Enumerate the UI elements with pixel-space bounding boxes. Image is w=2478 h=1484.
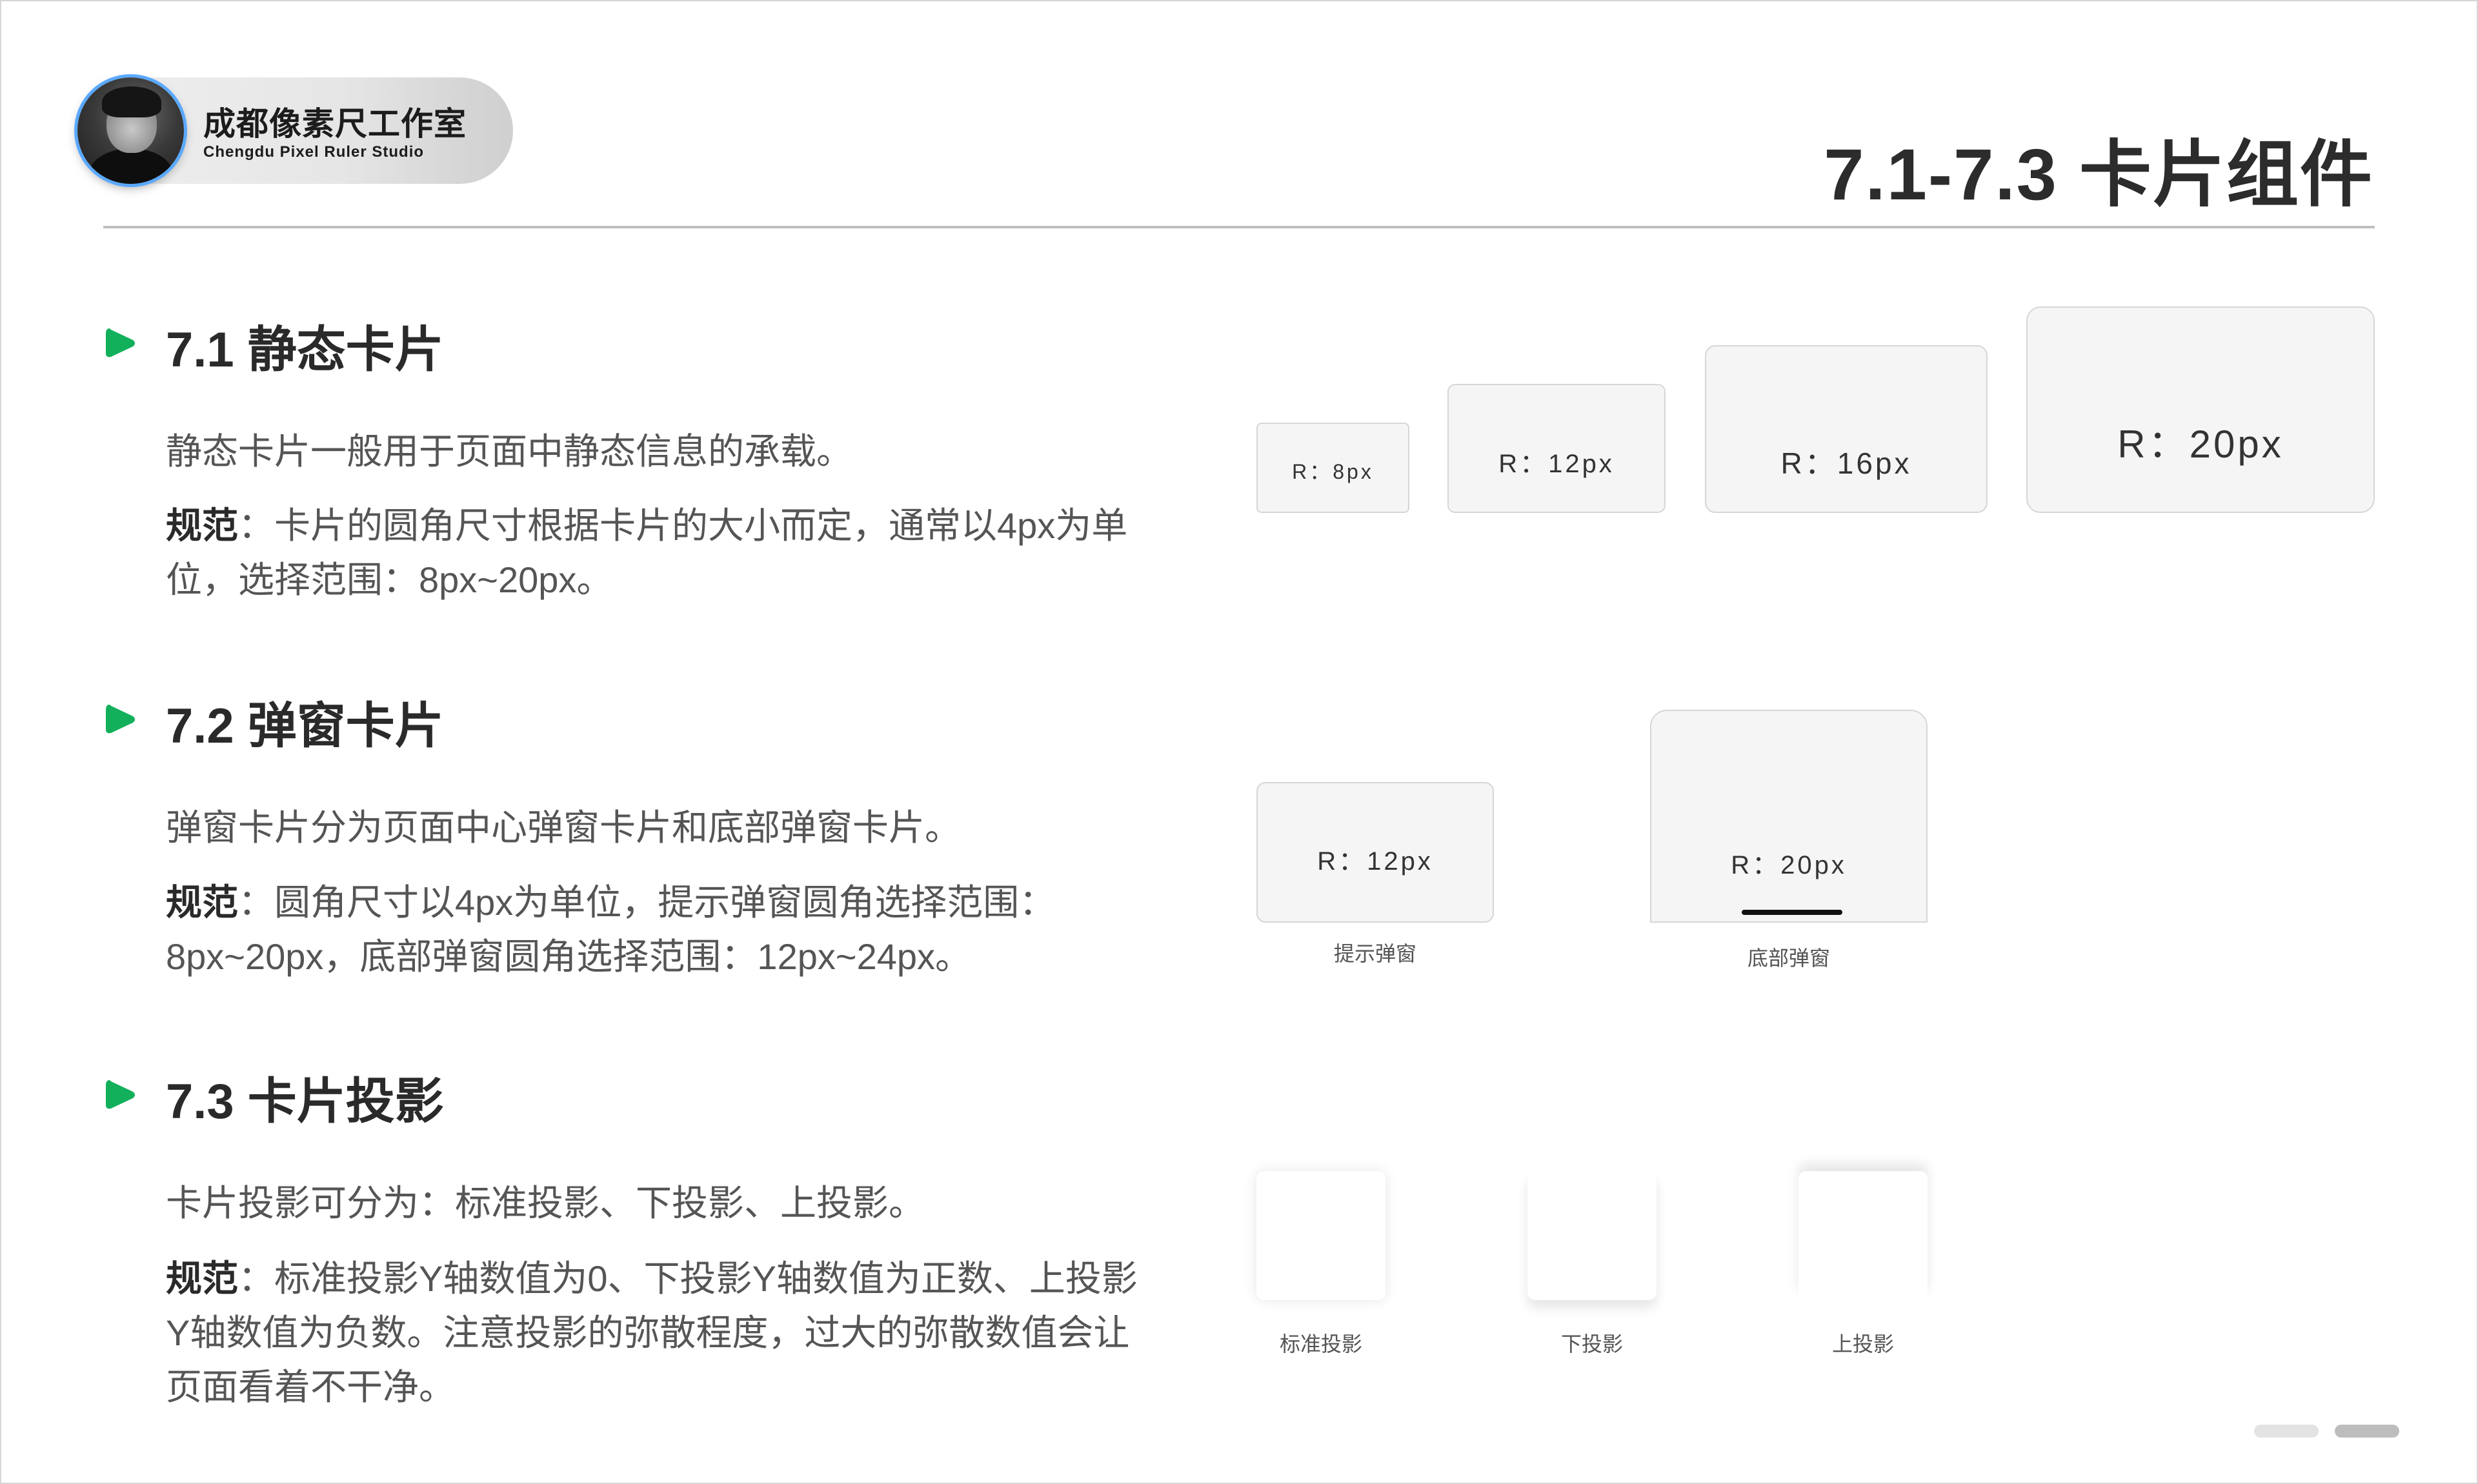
up-shadow-caption: 上投影 [1831, 1332, 1895, 1356]
drop-shadow-card [1527, 1171, 1657, 1300]
section-title: 7.2 弹窗卡片 [166, 699, 444, 754]
pager-dot[interactable] [2254, 1425, 2319, 1438]
bullet-play-icon [106, 705, 135, 734]
static-card-r16: R：16px [1705, 345, 1988, 513]
section-rule: 规范：卡片的圆角尺寸根据卡片的大小而定，通常以4px为单位，选择范围：8px~2… [166, 499, 1147, 607]
rule-text: ：卡片的圆角尺寸根据卡片的大小而定，通常以4px为单位，选择范围：8px~20p… [166, 505, 1128, 600]
rule-text: ：圆角尺寸以4px为单位，提示弹窗圆角选择范围：8px~20px，底部弹窗圆角选… [166, 882, 1056, 977]
tip-popup-caption: 提示弹窗 [1333, 942, 1417, 965]
sheet-handle [1742, 910, 1842, 915]
bottom-sheet-caption: 底部弹窗 [1747, 947, 1831, 970]
card-radius-label: R：8px [1292, 460, 1374, 483]
section-title: 7.3 卡片投影 [166, 1074, 444, 1129]
rule-text: ：标准投影Y轴数值为0、下投影Y轴数值为正数、上投影Y轴数值为负数。注意投影的弥… [166, 1258, 1138, 1407]
card-radius-label: R：20px [2117, 422, 2284, 466]
section-rule: 规范：标准投影Y轴数值为0、下投影Y轴数值为正数、上投影Y轴数值为负数。注意投影… [166, 1252, 1147, 1414]
section-title: 7.1 静态卡片 [166, 323, 444, 377]
tip-popup-card: R：12px [1256, 782, 1494, 923]
card-radius-label: R：12px [1317, 847, 1433, 876]
studio-name: 成都像素尺工作室 [203, 106, 467, 142]
static-card-r20: R：20px [2026, 306, 2375, 513]
header-divider [103, 226, 2375, 228]
bottom-sheet-card: R：20px [1650, 710, 1928, 923]
standard-shadow-card [1256, 1171, 1385, 1300]
bullet-play-icon [106, 328, 135, 357]
pager-dot-active[interactable] [2335, 1425, 2399, 1438]
drop-shadow-caption: 下投影 [1560, 1332, 1624, 1356]
studio-badge: 成都像素尺工作室 Chengdu Pixel Ruler Studio [77, 77, 513, 184]
card-radius-label: R：16px [1780, 446, 1912, 480]
card-radius-label: R：12px [1498, 450, 1615, 478]
standard-shadow-caption: 标准投影 [1279, 1332, 1363, 1356]
section-description: 弹窗卡片分为页面中心弹窗卡片和底部弹窗卡片。 [166, 807, 961, 848]
rule-label: 规范 [166, 882, 238, 923]
section-description: 卡片投影可分为：标准投影、下投影、上投影。 [166, 1183, 925, 1223]
studio-name-en: Chengdu Pixel Ruler Studio [203, 143, 425, 161]
rule-label: 规范 [166, 505, 238, 546]
section-rule: 规范：圆角尺寸以4px为单位，提示弹窗圆角选择范围：8px~20px，底部弹窗圆… [166, 876, 1147, 984]
card-radius-label: R：20px [1731, 851, 1847, 879]
static-card-r8: R：8px [1256, 423, 1409, 513]
static-card-r12: R：12px [1447, 384, 1666, 513]
section-description: 静态卡片一般用于页面中静态信息的承载。 [166, 431, 852, 472]
page-title: 7.1-7.3 卡片组件 [1824, 134, 2373, 215]
bullet-play-icon [106, 1080, 135, 1109]
rule-label: 规范 [166, 1258, 238, 1299]
avatar [77, 77, 184, 184]
up-shadow-card [1798, 1171, 1928, 1300]
